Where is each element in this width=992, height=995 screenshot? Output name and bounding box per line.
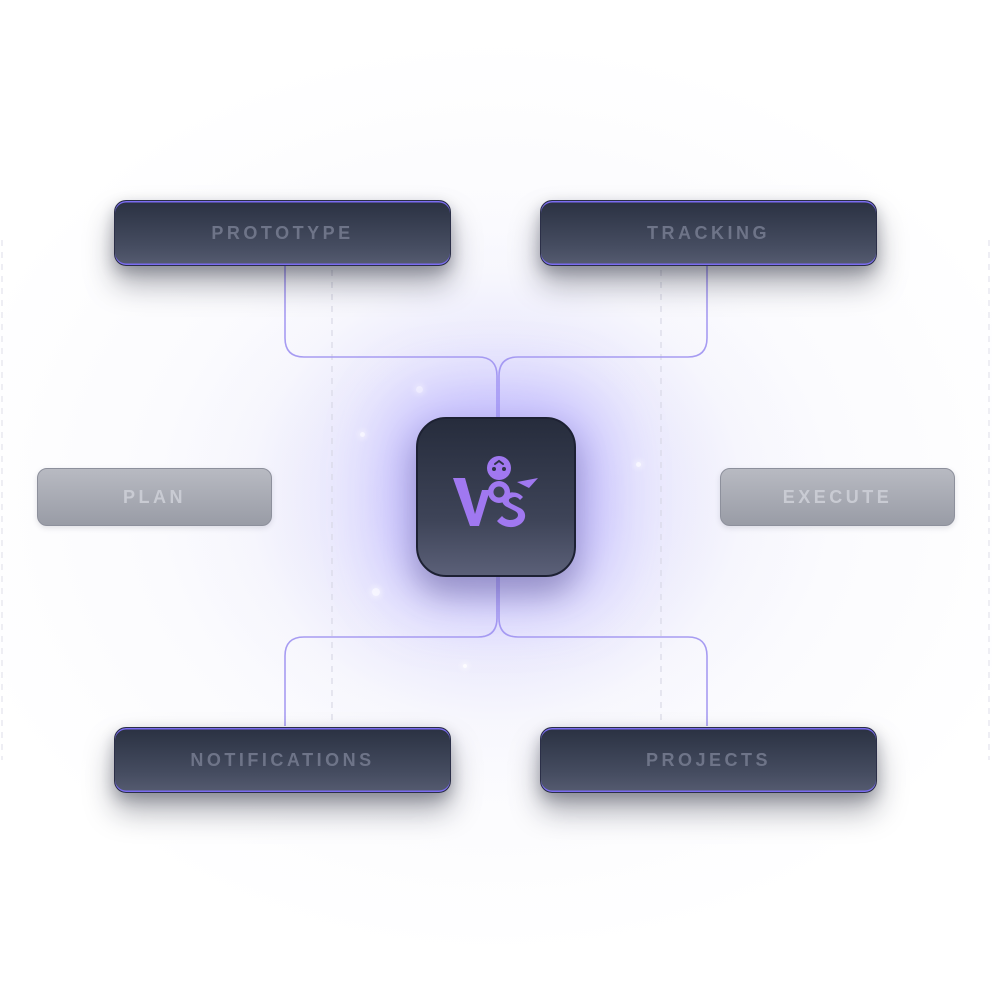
diagram-canvas: PROTOTYPE TRACKING PLAN EXECUTE NOTIFICA… (0, 0, 992, 995)
hub-logo-tile (416, 417, 576, 577)
connector-projects (498, 577, 708, 726)
node-projects: PROJECTS (540, 727, 877, 793)
node-prototype-label: PROTOTYPE (211, 222, 354, 243)
sparkle (463, 664, 467, 668)
node-execute-label: EXECUTE (782, 486, 893, 507)
node-notifications: NOTIFICATIONS (114, 727, 451, 793)
sparkle (372, 588, 380, 596)
node-prototype: PROTOTYPE (114, 200, 451, 266)
sparkle (416, 386, 423, 393)
sparkle (636, 462, 641, 467)
node-execute: EXECUTE (720, 468, 955, 526)
node-plan: PLAN (37, 468, 272, 526)
node-notifications-label: NOTIFICATIONS (190, 749, 375, 770)
connector-tracking (498, 266, 708, 417)
ws-mascot-logo-icon (453, 456, 538, 528)
sparkle (360, 432, 365, 437)
node-tracking-label: TRACKING (647, 222, 770, 243)
connector-prototype (284, 266, 498, 417)
node-plan-label: PLAN (123, 486, 186, 507)
node-tracking: TRACKING (540, 200, 877, 266)
connector-notifications (284, 577, 498, 726)
node-projects-label: PROJECTS (645, 749, 772, 770)
